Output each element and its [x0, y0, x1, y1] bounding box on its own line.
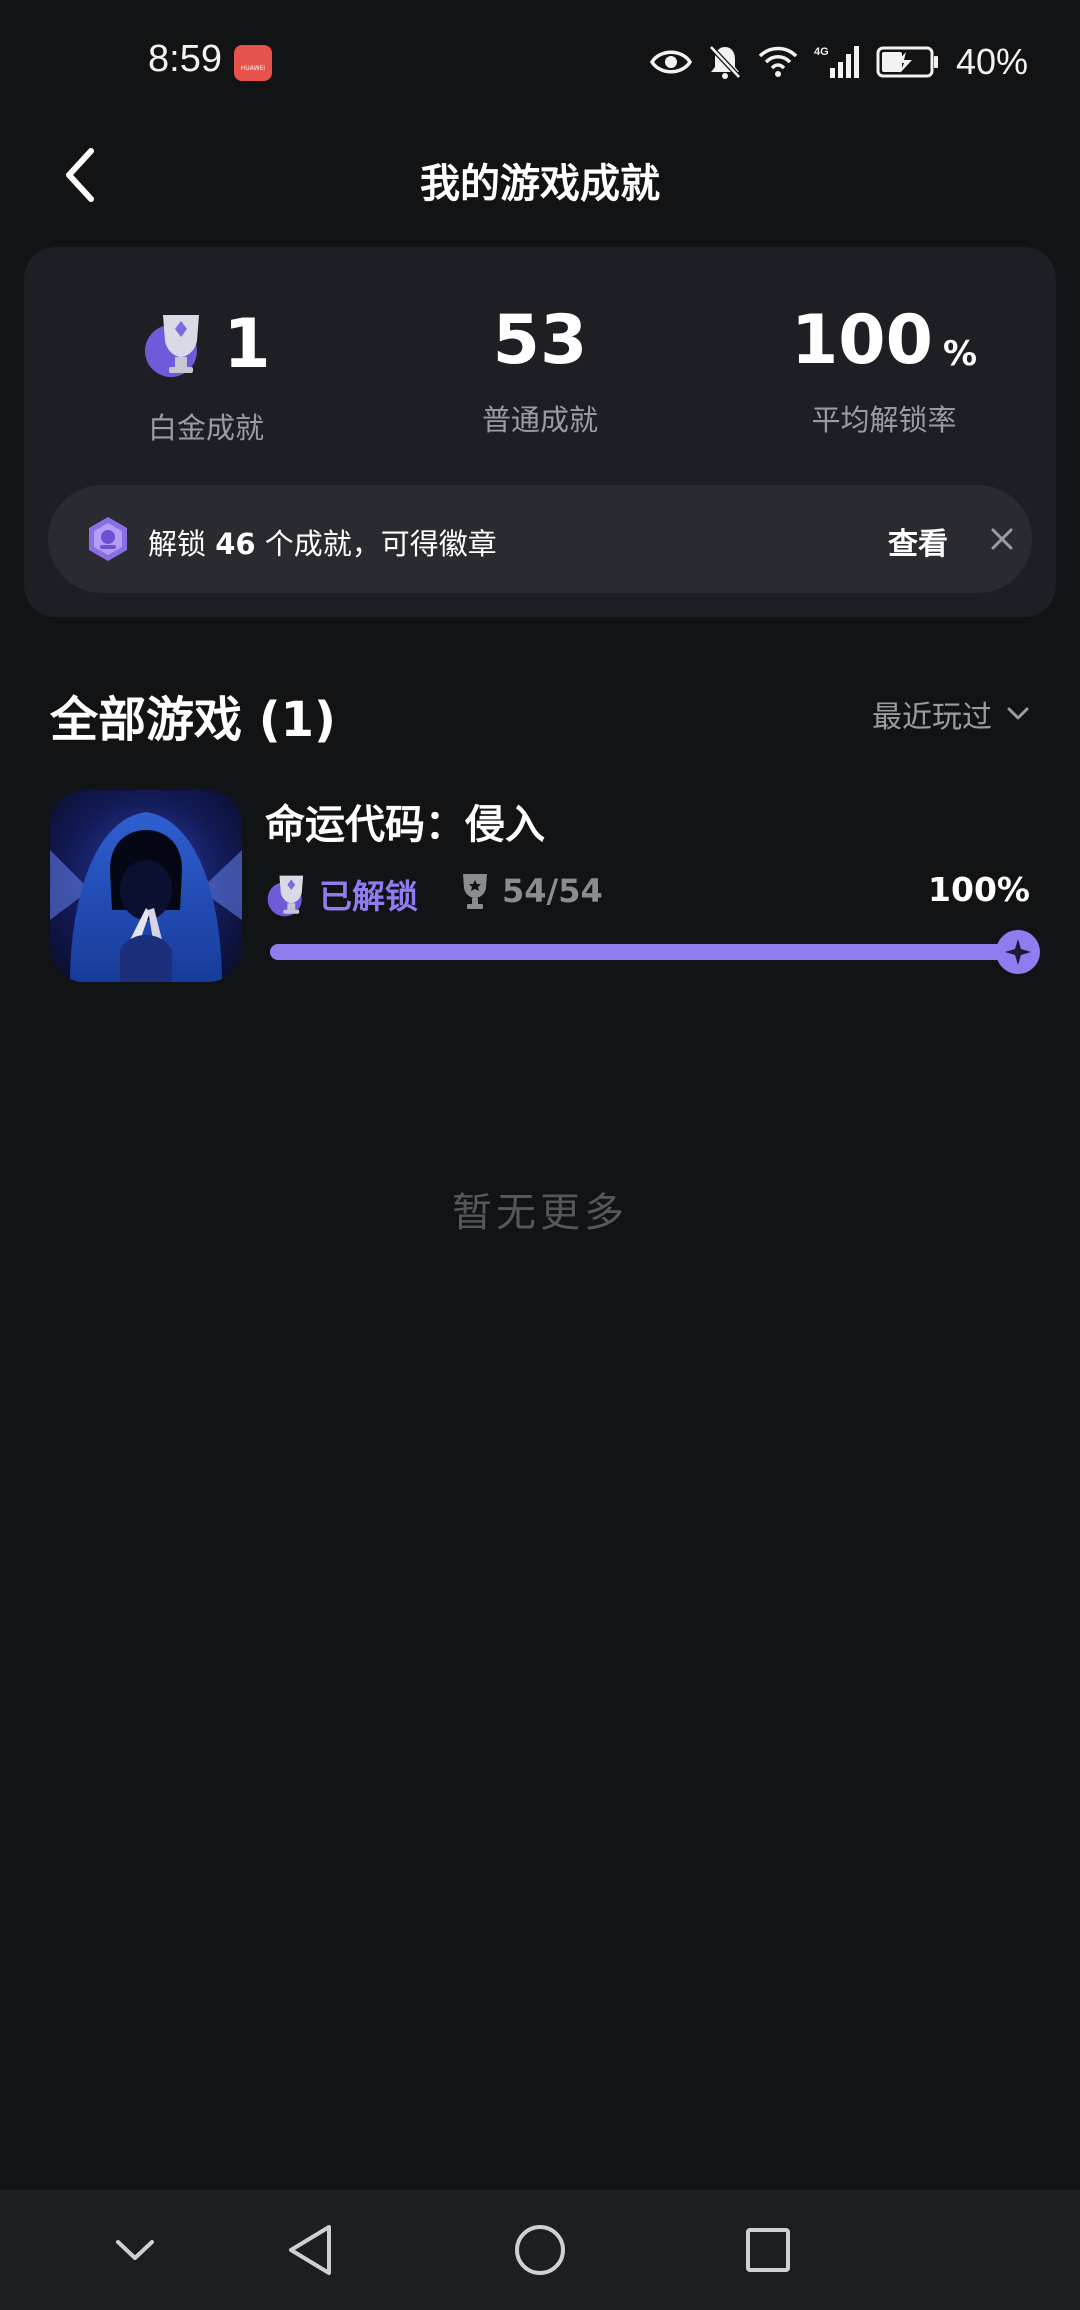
- progress-knob: [996, 930, 1040, 974]
- game-row[interactable]: 命运代码：侵入 已解锁 54/54 100%: [50, 790, 1040, 982]
- badge-icon: [89, 517, 127, 561]
- game-cover-image: [50, 790, 242, 982]
- banner-count: 46: [215, 527, 256, 561]
- banner-suffix: 个成就，可得徽章: [255, 527, 497, 561]
- platinum-stat[interactable]: 1 白金成就: [34, 307, 378, 447]
- sort-label: 最近玩过: [872, 700, 992, 735]
- unlock-status-label: 已解锁: [319, 877, 418, 916]
- rate-value: 100: [790, 301, 933, 380]
- rate-stat[interactable]: 100% 平均解锁率: [712, 307, 1056, 439]
- progress-fill: [270, 944, 1020, 960]
- progress-bar: [270, 930, 1040, 974]
- circle-home-icon: [515, 2225, 565, 2275]
- view-button[interactable]: 查看: [888, 519, 948, 563]
- status-icons: 4G 40%: [649, 38, 1028, 86]
- banner-text: 解锁 46 个成就，可得徽章: [148, 521, 497, 563]
- game-title: 命运代码：侵入: [265, 802, 545, 848]
- achievement-count: 54/54: [460, 872, 603, 910]
- battery-charging-icon: [876, 46, 938, 78]
- summary-card: 1 白金成就 53 普通成就 100% 平均解锁率 解锁 46 个成就，可得徽章…: [24, 247, 1056, 617]
- triangle-back-icon: [289, 2225, 331, 2275]
- huawei-app-icon: HUAWEI: [234, 45, 272, 81]
- sort-dropdown[interactable]: 最近玩过: [872, 692, 1030, 736]
- sparkle-icon: [1005, 939, 1031, 965]
- banner-prefix: 解锁: [148, 527, 216, 561]
- normal-count: 53: [492, 301, 588, 380]
- achievement-count-value: 54/54: [502, 872, 603, 910]
- chevron-down-icon: [1007, 707, 1029, 720]
- platinum-trophy-icon: [141, 307, 211, 379]
- normal-label: 普通成就: [481, 403, 598, 437]
- nav-hide-button[interactable]: [105, 2220, 165, 2280]
- trophy-icon: [463, 874, 487, 909]
- rate-value-row: 100%: [791, 307, 977, 375]
- badge-banner[interactable]: 解锁 46 个成就，可得徽章 查看: [48, 485, 1032, 593]
- status-time: 8:59: [148, 38, 222, 80]
- normal-stat[interactable]: 53 普通成就: [368, 307, 712, 439]
- bell-off-icon: [709, 45, 741, 79]
- platinum-count: 1: [223, 305, 271, 384]
- normal-value-row: 53: [493, 307, 588, 375]
- platinum-value-row: 1: [141, 305, 271, 384]
- cellular-signal-icon: 4G: [814, 46, 859, 78]
- nav-home-button[interactable]: [510, 2220, 570, 2280]
- close-icon: [991, 528, 1013, 550]
- battery-percent: 40%: [955, 41, 1028, 82]
- empty-text: 暂无更多: [452, 1190, 628, 1236]
- nav-back-button[interactable]: [280, 2220, 340, 2280]
- app-badge-text: HUAWEI: [240, 65, 266, 72]
- wifi-icon: [758, 46, 798, 77]
- platinum-trophy-icon: [267, 875, 304, 917]
- svg-text:4G: 4G: [814, 46, 829, 58]
- rate-label: 平均解锁率: [811, 403, 957, 437]
- page-title: 我的游戏成就: [420, 161, 660, 207]
- close-button[interactable]: [982, 519, 1022, 559]
- eye-icon: [649, 50, 692, 74]
- rate-unit: %: [942, 334, 978, 374]
- square-recents-icon: [746, 2228, 790, 2272]
- status-bar: 8:59 HUAWEI 4G 40%: [0, 0, 1080, 125]
- section-title: 全部游戏 (1): [50, 692, 336, 748]
- nav-recents-button[interactable]: [738, 2220, 798, 2280]
- navigation-bar: [0, 2190, 1080, 2310]
- chevron-down-icon: [116, 2240, 154, 2260]
- game-percent: 100%: [928, 870, 1030, 909]
- platinum-label: 白金成就: [147, 411, 264, 445]
- header: 我的游戏成就: [0, 125, 1080, 225]
- unlock-status: 已解锁: [265, 870, 418, 918]
- screen: 8:59 HUAWEI 4G 40% 我的游戏成就 1 白金成就 53 普通成就…: [0, 0, 1080, 2310]
